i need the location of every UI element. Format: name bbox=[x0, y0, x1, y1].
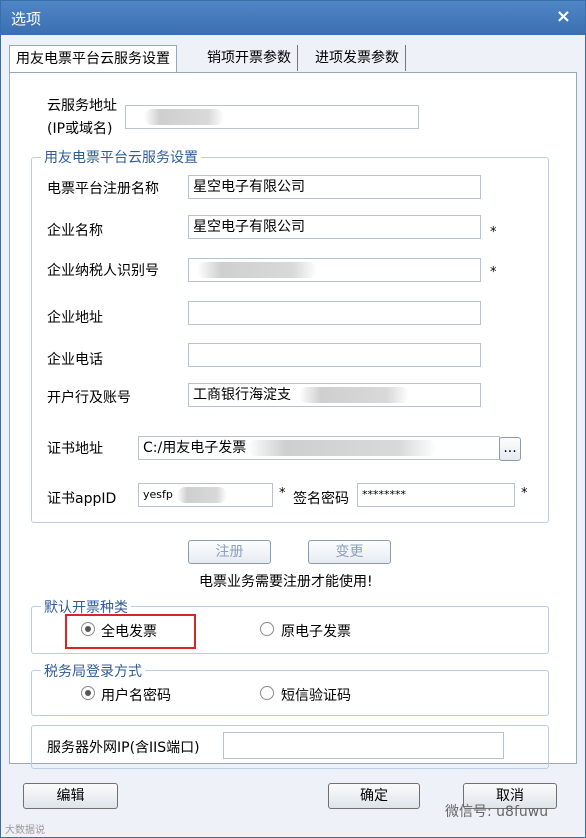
server-ip-input[interactable] bbox=[223, 732, 504, 759]
reg-name-label: 电票平台注册名称 bbox=[47, 181, 159, 197]
reg-name-input[interactable]: 星空电子有限公司 bbox=[188, 175, 481, 199]
sms-code-label: 短信验证码 bbox=[281, 688, 351, 704]
bank-label: 开户行及账号 bbox=[47, 390, 131, 406]
cloud-settings-group bbox=[31, 157, 549, 523]
username-password-radio[interactable] bbox=[81, 686, 95, 700]
register-notice: 电票业务需要注册才能使用! bbox=[199, 574, 373, 590]
phone-input[interactable] bbox=[188, 343, 481, 367]
tab-cloud-settings[interactable]: 用友电票平台云服务设置 bbox=[9, 45, 177, 74]
taxid-label: 企业纳税人识别号 bbox=[47, 263, 159, 279]
browse-button[interactable]: ... bbox=[499, 437, 521, 461]
close-icon[interactable]: × bbox=[556, 6, 571, 27]
register-button[interactable]: 注册 bbox=[188, 540, 271, 564]
address-label: 企业地址 bbox=[47, 310, 103, 326]
cert-path-input[interactable]: C:/用友电子发票 bbox=[138, 436, 500, 460]
ok-button[interactable]: 确定 bbox=[328, 783, 420, 809]
cloud-address-label: 云服务地址 bbox=[47, 98, 117, 114]
watermark-wechat: 微信号: u8fuwu bbox=[445, 804, 549, 820]
original-invoice-label: 原电子发票 bbox=[281, 624, 351, 640]
sign-password-label: 签名密码 bbox=[293, 491, 349, 507]
bank-input[interactable]: 工商银行海淀支 bbox=[188, 383, 481, 407]
redacted-blur bbox=[299, 387, 409, 403]
edit-button[interactable]: 编辑 bbox=[23, 783, 118, 809]
change-button[interactable]: 变更 bbox=[308, 540, 391, 564]
appid-label: 证书appID bbox=[47, 491, 117, 507]
taxid-input[interactable] bbox=[188, 258, 481, 282]
appid-input[interactable]: yesfp bbox=[138, 483, 273, 507]
required-mark: * bbox=[521, 486, 528, 501]
company-name-label: 企业名称 bbox=[47, 223, 103, 239]
address-input[interactable] bbox=[188, 301, 481, 325]
original-invoice-radio[interactable] bbox=[260, 622, 274, 636]
redacted-blur bbox=[247, 440, 437, 456]
highlight-box bbox=[65, 614, 196, 649]
required-mark: * bbox=[490, 225, 497, 240]
redacted-blur bbox=[177, 487, 227, 503]
required-mark: * bbox=[279, 486, 286, 501]
tab-purchase-invoice[interactable]: 进项发票参数 bbox=[309, 45, 406, 71]
phone-label: 企业电话 bbox=[47, 352, 103, 368]
login-method-legend: 税务局登录方式 bbox=[41, 661, 145, 681]
sms-code-radio[interactable] bbox=[260, 686, 274, 700]
redacted-blur bbox=[197, 262, 317, 278]
dialog-title: 选项 bbox=[11, 10, 42, 28]
username-password-label: 用户名密码 bbox=[101, 688, 171, 704]
tab-sales-invoice[interactable]: 销项开票参数 bbox=[201, 45, 298, 71]
options-dialog: 选项 × 用友电票平台云服务设置 销项开票参数 进项发票参数 云服务地址 (IP… bbox=[0, 0, 586, 838]
server-ip-label: 服务器外网IP(含IIS端口) bbox=[47, 740, 200, 756]
title-bar: 选项 × bbox=[1, 1, 585, 35]
sign-password-input[interactable]: ******** bbox=[357, 483, 515, 507]
redacted-blur bbox=[144, 109, 224, 125]
cloud-settings-legend: 用友电票平台云服务设置 bbox=[41, 147, 201, 167]
cloud-address-sublabel: (IP或域名) bbox=[47, 121, 113, 137]
cloud-address-input[interactable] bbox=[125, 105, 419, 129]
required-mark: * bbox=[490, 265, 497, 280]
cert-label: 证书地址 bbox=[47, 441, 103, 457]
watermark-left: 大数据说 bbox=[5, 825, 45, 836]
company-name-input[interactable]: 星空电子有限公司 bbox=[188, 215, 481, 239]
